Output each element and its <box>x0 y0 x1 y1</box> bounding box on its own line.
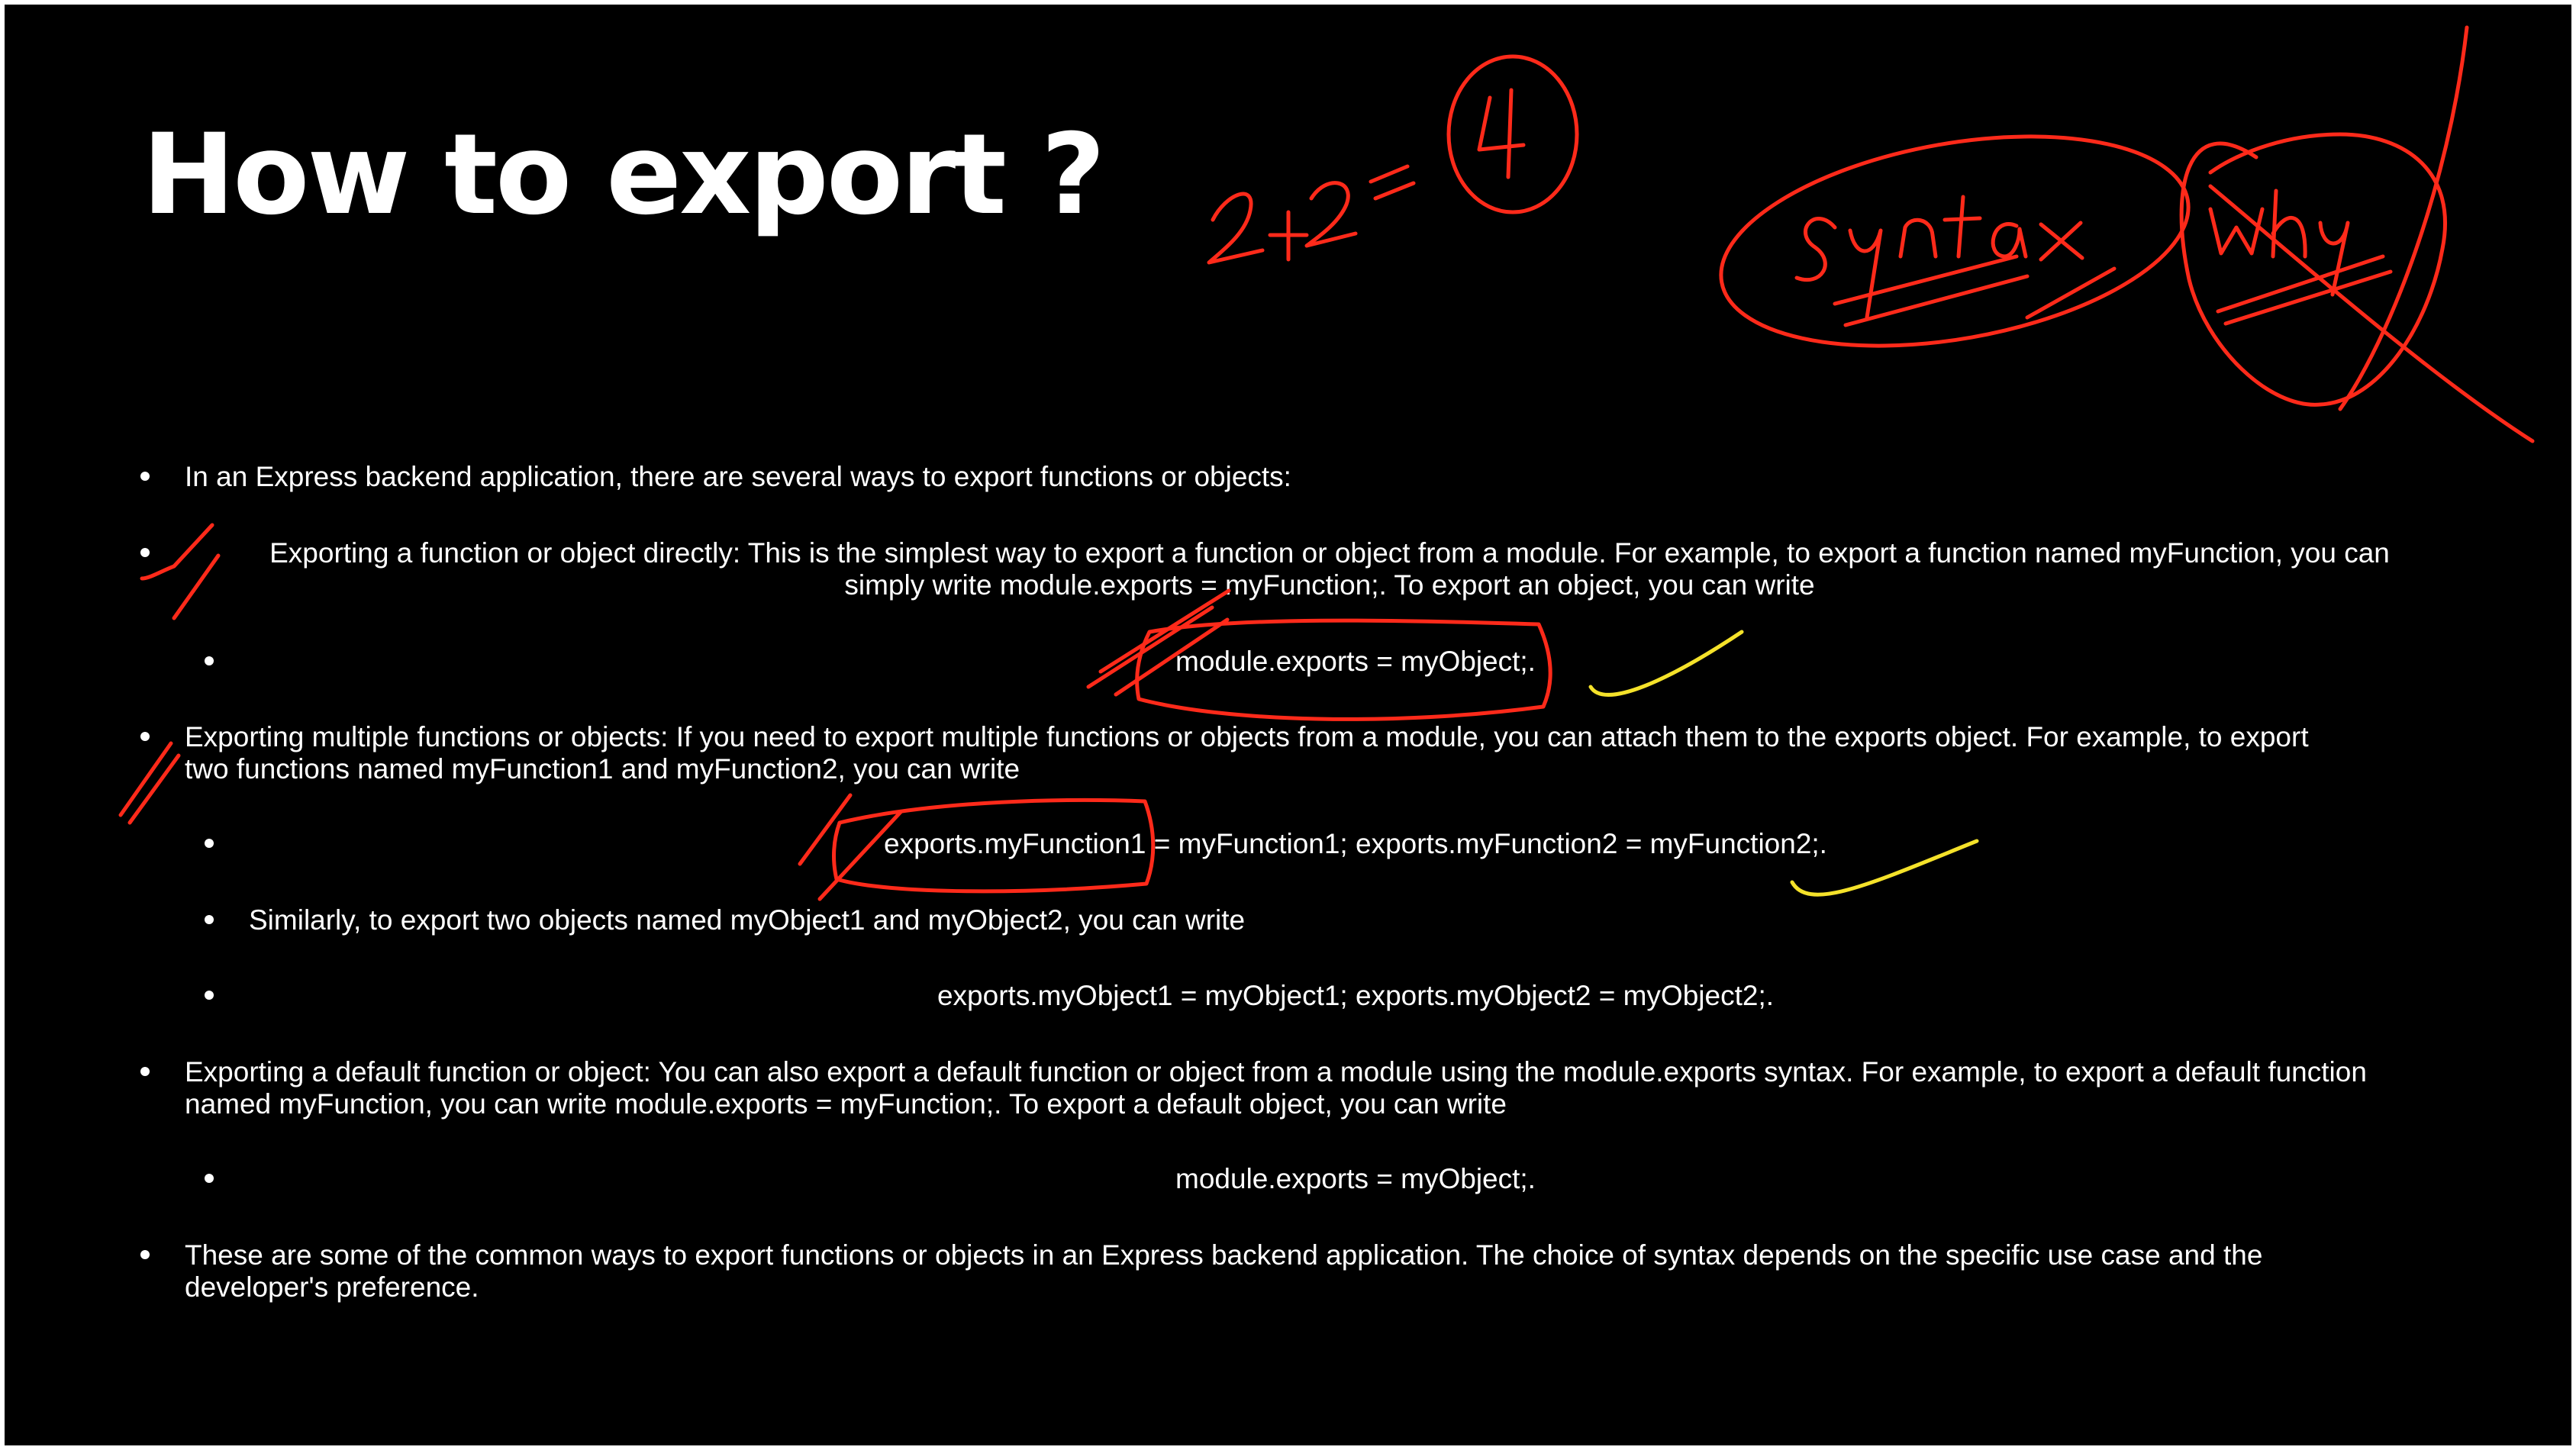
bullet-3-line-1: Exporting multiple functions or objects:… <box>185 721 2309 752</box>
bullet-3-sub-3: exports.myObject1 = myObject1; exports.m… <box>937 980 1775 1011</box>
bullet-3-sub-1: exports.myFunction1 = myFunction1; expor… <box>884 828 1827 859</box>
syntax-ink <box>1719 134 2191 348</box>
bullet-5-line-2: developer's preference. <box>185 1271 479 1303</box>
equation-ink <box>1207 54 1579 265</box>
bullet-2-line-2: simply write module.exports = myFunction… <box>844 569 1815 601</box>
bullet-3-line-2: two functions named myFunction1 and myFu… <box>185 753 1020 785</box>
sub-bullet-dot <box>205 991 214 1000</box>
bullet-2-line-1: Exporting a function or object directly:… <box>269 537 2390 569</box>
bullet-2-sub-1: module.exports = myObject;. <box>1175 646 1536 677</box>
bullet-dot <box>140 1067 150 1076</box>
bullet-4-line-2: named myFunction, you can write module.e… <box>185 1088 1507 1120</box>
bullet-4-sub-1: module.exports = myObject;. <box>1175 1163 1536 1194</box>
why-ink <box>2179 25 2535 443</box>
slide-title: How to export ? <box>142 110 1105 240</box>
bullet-dot <box>140 1250 150 1259</box>
bullet-3-sub-2: Similarly, to export two objects named m… <box>249 904 1246 936</box>
sub-bullet-dot <box>205 1174 214 1183</box>
bullet-4-line-1: Exporting a default function or object: … <box>185 1056 2367 1088</box>
check-ink <box>118 741 181 825</box>
bullet-dot <box>140 548 150 557</box>
sub-bullet-dot <box>205 915 214 924</box>
sub-bullet-dot <box>205 656 214 665</box>
bullet-dot <box>140 732 150 741</box>
bullet-dot <box>140 472 150 481</box>
bullet-5-line-1: These are some of the common ways to exp… <box>185 1239 2263 1271</box>
slide: How to export ? In an Express backend ap… <box>5 5 2571 1445</box>
sub-bullet-dot <box>205 839 214 848</box>
bullet-1-text: In an Express backend application, there… <box>185 461 1291 492</box>
